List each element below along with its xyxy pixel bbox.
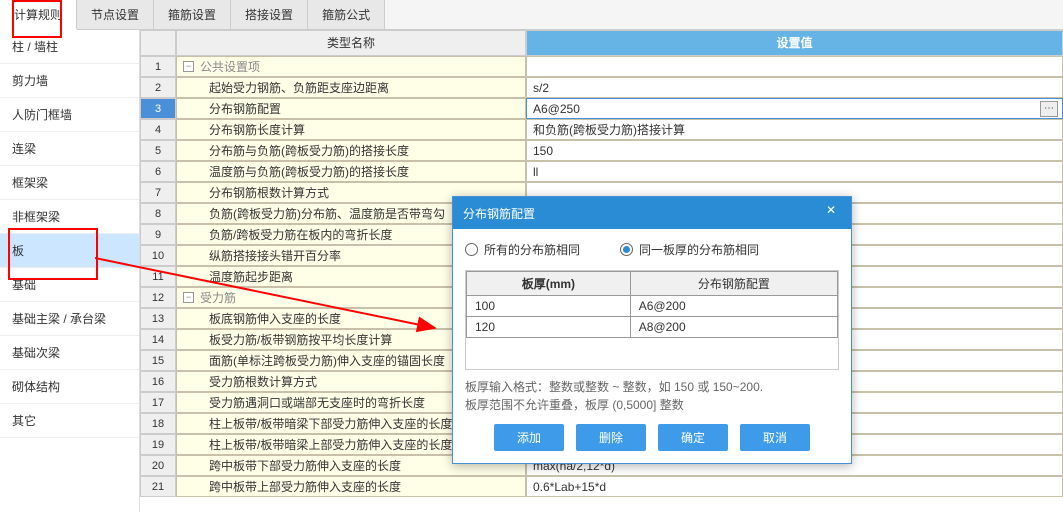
row-number: 20 xyxy=(140,455,176,476)
row-number: 2 xyxy=(140,77,176,98)
collapse-icon[interactable]: − xyxy=(183,61,194,72)
cancel-button[interactable]: 取消 xyxy=(740,424,810,451)
table-row[interactable]: 4分布钢筋长度计算和负筋(跨板受力筋)搭接计算 xyxy=(140,119,1063,140)
table-row[interactable]: 6温度筋与负筋(跨板受力筋)的搭接长度ll xyxy=(140,161,1063,182)
cell-name: 起始受力钢筋、负筋距支座边距离 xyxy=(176,77,526,98)
tab-2[interactable]: 箍筋设置 xyxy=(154,0,231,29)
sidebar-item-2[interactable]: 人防门框墙 xyxy=(0,98,139,132)
radio-same-thickness[interactable]: 同一板厚的分布筋相同 xyxy=(620,241,759,258)
cell-thickness[interactable]: 100 xyxy=(467,296,631,317)
table-row[interactable]: 2起始受力钢筋、负筋距支座边距离s/2 xyxy=(140,77,1063,98)
sidebar-item-1[interactable]: 剪力墙 xyxy=(0,64,139,98)
top-tabs: 计算规则节点设置箍筋设置搭接设置箍筋公式 xyxy=(0,0,1063,30)
sidebar-item-3[interactable]: 连梁 xyxy=(0,132,139,166)
row-number: 13 xyxy=(140,308,176,329)
row-number: 6 xyxy=(140,161,176,182)
tab-3[interactable]: 搭接设置 xyxy=(231,0,308,29)
cell-config[interactable]: A8@200 xyxy=(630,317,837,338)
sidebar-item-10[interactable]: 砌体结构 xyxy=(0,370,139,404)
cell-name: 分布筋与负筋(跨板受力筋)的搭接长度 xyxy=(176,140,526,161)
grid-header: 类型名称 设置值 xyxy=(140,30,1063,56)
cell-thickness[interactable]: 120 xyxy=(467,317,631,338)
cell-value[interactable]: A6@250⋯ xyxy=(526,98,1063,119)
cell-name: 跨中板带上部受力筋伸入支座的长度 xyxy=(176,476,526,497)
table-row[interactable]: 3分布钢筋配置A6@250⋯ xyxy=(140,98,1063,119)
cell-value[interactable]: 150 xyxy=(526,140,1063,161)
cell-value[interactable] xyxy=(526,56,1063,77)
row-number: 12 xyxy=(140,287,176,308)
sidebar-item-7[interactable]: 基础 xyxy=(0,268,139,302)
dialog-title: 分布钢筋配置 xyxy=(463,205,535,222)
row-number: 21 xyxy=(140,476,176,497)
col-header-name: 类型名称 xyxy=(176,30,526,56)
table-row[interactable]: 120A8@200 xyxy=(467,317,838,338)
cell-config[interactable]: A6@200 xyxy=(630,296,837,317)
ellipsis-button[interactable]: ⋯ xyxy=(1040,101,1058,117)
cell-name: 温度筋与负筋(跨板受力筋)的搭接长度 xyxy=(176,161,526,182)
table-row[interactable]: 100A6@200 xyxy=(467,296,838,317)
col-header-value: 设置值 xyxy=(526,30,1063,56)
row-number: 3 xyxy=(140,98,176,119)
table-row[interactable]: 5分布筋与负筋(跨板受力筋)的搭接长度150 xyxy=(140,140,1063,161)
category-sidebar: 柱 / 墙柱剪力墙人防门框墙连梁框架梁非框架梁板基础基础主梁 / 承台梁基础次梁… xyxy=(0,30,140,512)
delete-button[interactable]: 删除 xyxy=(576,424,646,451)
row-number: 8 xyxy=(140,203,176,224)
config-dialog: 分布钢筋配置 ✕ 所有的分布筋相同 同一板厚的分布筋相同 板厚(mm) 分布钢筋… xyxy=(452,196,852,464)
table-row[interactable]: 1−公共设置项 xyxy=(140,56,1063,77)
radio-label: 所有的分布筋相同 xyxy=(484,241,580,258)
row-number: 4 xyxy=(140,119,176,140)
cell-value[interactable]: 和负筋(跨板受力筋)搭接计算 xyxy=(526,119,1063,140)
dialog-buttons: 添加删除确定取消 xyxy=(465,424,839,451)
row-number: 10 xyxy=(140,245,176,266)
cell-value[interactable]: ll xyxy=(526,161,1063,182)
row-number: 1 xyxy=(140,56,176,77)
row-number: 18 xyxy=(140,413,176,434)
dialog-titlebar: 分布钢筋配置 ✕ xyxy=(453,197,851,229)
tab-1[interactable]: 节点设置 xyxy=(77,0,154,29)
cell-value[interactable]: 0.6*Lab+15*d xyxy=(526,476,1063,497)
sidebar-item-0[interactable]: 柱 / 墙柱 xyxy=(0,30,139,64)
radio-label: 同一板厚的分布筋相同 xyxy=(639,241,759,258)
tab-4[interactable]: 箍筋公式 xyxy=(308,0,385,29)
cell-name: −公共设置项 xyxy=(176,56,526,77)
thickness-table: 板厚(mm) 分布钢筋配置 100A6@200120A8@200 xyxy=(466,271,838,338)
collapse-icon[interactable]: − xyxy=(183,292,194,303)
ok-button[interactable]: 确定 xyxy=(658,424,728,451)
tab-0[interactable]: 计算规则 xyxy=(0,0,77,30)
row-number: 17 xyxy=(140,392,176,413)
cell-name: 分布钢筋配置 xyxy=(176,98,526,119)
sidebar-item-4[interactable]: 框架梁 xyxy=(0,166,139,200)
row-number: 7 xyxy=(140,182,176,203)
row-number: 5 xyxy=(140,140,176,161)
table-row[interactable]: 21跨中板带上部受力筋伸入支座的长度0.6*Lab+15*d xyxy=(140,476,1063,497)
th-thickness: 板厚(mm) xyxy=(467,272,631,296)
row-number: 19 xyxy=(140,434,176,455)
sidebar-item-9[interactable]: 基础次梁 xyxy=(0,336,139,370)
radio-all-same[interactable]: 所有的分布筋相同 xyxy=(465,241,580,258)
sidebar-item-6[interactable]: 板 xyxy=(0,234,139,268)
hint-text: 板厚输入格式：整数或整数 ~ 整数，如 150 或 150~200. 板厚范围不… xyxy=(465,378,839,414)
cell-name: 分布钢筋长度计算 xyxy=(176,119,526,140)
row-number: 14 xyxy=(140,329,176,350)
rownum-header xyxy=(140,30,176,56)
cell-value[interactable]: s/2 xyxy=(526,77,1063,98)
sidebar-item-11[interactable]: 其它 xyxy=(0,404,139,438)
row-number: 9 xyxy=(140,224,176,245)
add-button[interactable]: 添加 xyxy=(494,424,564,451)
row-number: 11 xyxy=(140,266,176,287)
th-config: 分布钢筋配置 xyxy=(630,272,837,296)
row-number: 16 xyxy=(140,371,176,392)
sidebar-item-5[interactable]: 非框架梁 xyxy=(0,200,139,234)
close-icon[interactable]: ✕ xyxy=(821,203,841,223)
thickness-table-wrap: 板厚(mm) 分布钢筋配置 100A6@200120A8@200 xyxy=(465,270,839,370)
sidebar-item-8[interactable]: 基础主梁 / 承台梁 xyxy=(0,302,139,336)
row-number: 15 xyxy=(140,350,176,371)
